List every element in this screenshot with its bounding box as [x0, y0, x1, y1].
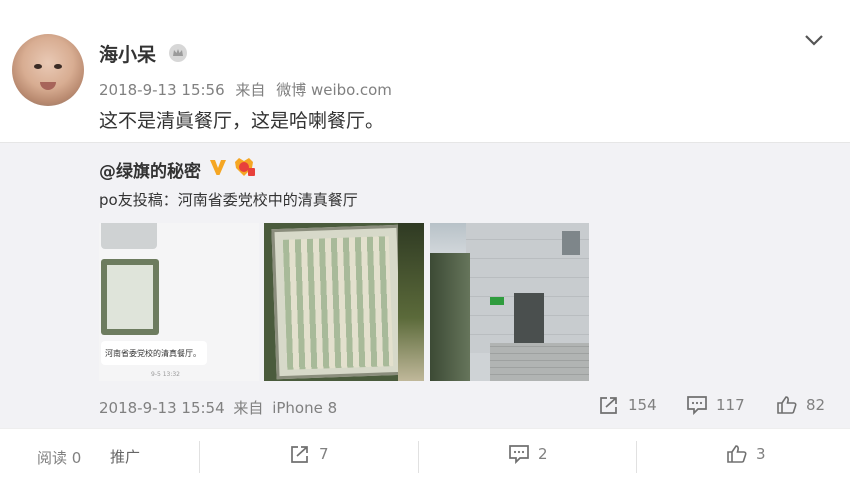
original-comment-button[interactable]: 117: [686, 394, 745, 416]
original-source: iPhone 8: [272, 399, 338, 417]
image-thumbnail-3[interactable]: [430, 223, 589, 381]
tree: [430, 253, 470, 381]
chevron-down-icon[interactable]: [803, 30, 825, 50]
source-prefix: 来自: [235, 81, 266, 99]
image-thumbnail-2[interactable]: [264, 223, 424, 381]
building-window: [562, 231, 580, 255]
avatar-mouth: [40, 82, 56, 90]
comment-count: 2: [538, 445, 548, 463]
post-meta: 2018-9-13 15:56 来自 微博 weibo.com: [99, 79, 398, 100]
avatar-eye: [34, 64, 42, 69]
like-button[interactable]: 3: [726, 444, 766, 464]
divider: [199, 441, 200, 473]
like-icon: [727, 445, 747, 463]
tree-edge: [398, 223, 424, 381]
chat-time: 9-5 13:32: [151, 371, 180, 378]
member-badge-icon[interactable]: [232, 156, 256, 178]
original-like-button[interactable]: 82: [776, 394, 825, 416]
post-time[interactable]: 2018-9-13 15:56: [99, 81, 225, 99]
original-forward-count: 154: [628, 396, 657, 414]
like-count: 3: [756, 445, 766, 463]
building-door: [514, 293, 544, 349]
repost-block: @绿旗的秘密 po友投稿：河南省委党校中的清真餐厅 河南省委党校的清真餐厅。 9…: [0, 142, 850, 428]
building-steps: [490, 343, 589, 381]
original-text: po友投稿：河南省委党校中的清真餐厅: [99, 191, 358, 209]
image-thumbnail-1[interactable]: 河南省委党校的清真餐厅。 9-5 13:32: [99, 223, 259, 381]
chat-bubble: 河南省委党校的清真餐厅。: [101, 341, 207, 365]
avatar[interactable]: [12, 34, 84, 106]
original-meta: 2018-9-13 15:54 来自 iPhone 8: [99, 397, 341, 418]
crown-icon: [169, 44, 187, 62]
divider: [418, 441, 419, 473]
comment-icon: [509, 445, 529, 464]
original-comment-count: 117: [716, 396, 745, 414]
forward-count: 7: [319, 445, 329, 463]
original-author[interactable]: @绿旗的秘密: [99, 157, 201, 182]
forward-icon: [600, 397, 617, 414]
weibo-post-card: 海小呆 2018-9-13 15:56 来自 微博 weibo.com 这不是清…: [0, 0, 850, 483]
chat-image-map: [101, 259, 159, 335]
original-source-prefix: 来自: [233, 399, 264, 417]
user-name[interactable]: 海小呆: [99, 40, 156, 67]
campus-map-board: [271, 224, 405, 380]
forward-button[interactable]: 7: [289, 444, 329, 464]
forward-icon: [291, 446, 308, 463]
original-like-count: 82: [806, 396, 826, 414]
post-source[interactable]: 微博 weibo.com: [276, 81, 392, 99]
like-icon: [777, 396, 797, 414]
post-text: 这不是清眞餐厅，这是哈喇餐厅。: [99, 110, 385, 132]
green-sign: [490, 297, 504, 305]
verified-v-icon: [210, 160, 226, 175]
divider: [636, 441, 637, 473]
action-bar: 阅读 0 推广 7 2 3: [0, 428, 850, 483]
read-count: 阅读 0: [37, 449, 82, 467]
avatar-eye: [54, 64, 62, 69]
comment-button[interactable]: 2: [508, 444, 548, 464]
comment-icon: [687, 396, 707, 415]
original-forward-button[interactable]: 154: [598, 394, 657, 416]
original-time[interactable]: 2018-9-13 15:54: [99, 399, 225, 417]
chat-image-top: [101, 223, 157, 249]
promote-button[interactable]: 推广: [110, 446, 140, 467]
